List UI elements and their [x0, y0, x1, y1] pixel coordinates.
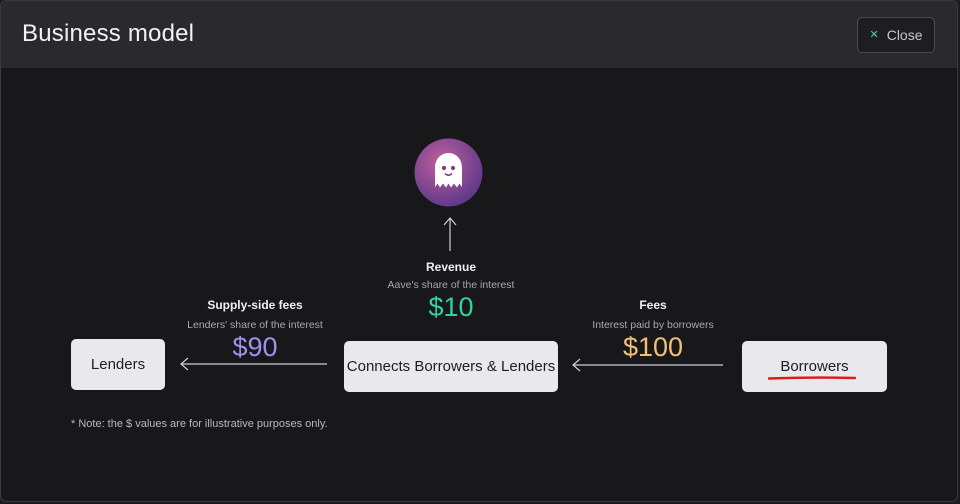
borrowers-box: Borrowers [742, 341, 887, 392]
fees-title: Fees [639, 298, 667, 312]
supply-side-fees-label: Supply-side fees Lenders' share of the i… [175, 298, 335, 363]
modal-header: Business model ✕ Close [1, 1, 957, 68]
borrowers-label: Borrowers [780, 358, 849, 375]
illustrative-note: * Note: the $ values are for illustrativ… [71, 418, 328, 430]
revenue-subtitle: Aave's share of the interest [387, 279, 515, 291]
arrow-left-icon [180, 357, 327, 371]
close-label: Close [886, 27, 923, 43]
lenders-label: Lenders [90, 356, 146, 373]
revenue-label: Revenue Aave's share of the interest $10 [371, 260, 531, 323]
business-model-diagram: Revenue Aave's share of the interest $10… [1, 68, 957, 501]
ghost-icon [414, 138, 483, 207]
protocol-box: Connects Borrowers & Lenders [344, 341, 558, 392]
revenue-amount: $10 [428, 292, 474, 322]
close-button[interactable]: ✕ Close [857, 17, 935, 53]
supply-side-title: Supply-side fees [207, 298, 303, 312]
revenue-title: Revenue [425, 260, 477, 274]
fees-subtitle: Interest paid by borrowers [592, 319, 714, 331]
modal-title: Business model [22, 20, 195, 47]
red-underline-annotation [768, 376, 856, 380]
close-icon: ✕ [869, 28, 879, 41]
arrow-up-icon [443, 217, 457, 251]
fees-label: Fees Interest paid by borrowers $100 [573, 298, 733, 363]
lenders-box: Lenders [71, 339, 165, 390]
business-model-modal: Business model ✕ Close Revenue Aave's sh… [0, 0, 958, 502]
arrow-left-icon [572, 358, 723, 372]
protocol-label: Connects Borrowers & Lenders [346, 358, 556, 375]
supply-side-subtitle: Lenders' share of the interest [187, 319, 323, 331]
